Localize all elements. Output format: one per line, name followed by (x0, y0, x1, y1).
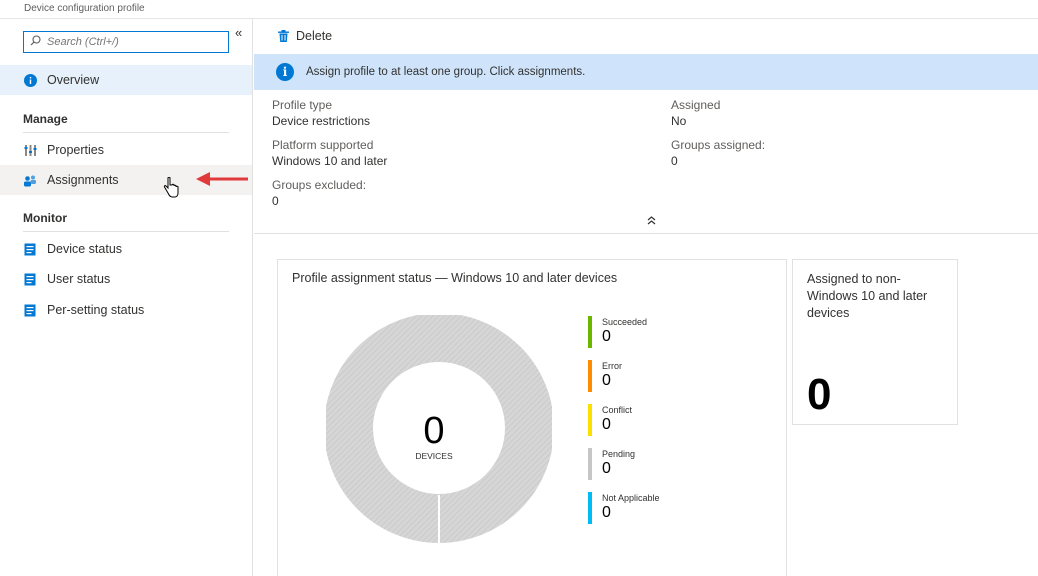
groups-assigned-value: 0 (671, 154, 678, 168)
report-icon (23, 303, 37, 317)
groups-excluded-field: Groups excluded: 0 (272, 177, 366, 209)
groups-excluded-label: Groups excluded: (272, 178, 367, 192)
legend-value: 0 (602, 328, 611, 345)
platform-field: Platform supported Windows 10 and later (272, 137, 387, 169)
sidebar-item-label: Per-setting status (47, 303, 145, 317)
legend-succeeded[interactable]: Succeeded 0 (588, 316, 647, 348)
groups-excluded-value: 0 (272, 194, 279, 208)
assigned-label: Assigned (671, 98, 721, 112)
banner-text: Assign profile to at least one group. Cl… (306, 66, 586, 78)
legend-pending[interactable]: Pending 0 (588, 448, 635, 480)
collapse-essentials-icon[interactable] (647, 215, 656, 225)
search-box[interactable] (23, 31, 229, 53)
report-icon (23, 242, 37, 256)
sidebar-item-label: Overview (47, 73, 100, 87)
assigned-value: No (671, 114, 687, 128)
delete-label: Delete (296, 29, 333, 43)
legend-conflict[interactable]: Conflict 0 (588, 404, 632, 436)
delete-button[interactable]: Delete (278, 29, 332, 43)
tile-title: Assigned to non-Windows 10 and later dev… (807, 272, 928, 320)
sidebar-item-overview[interactable]: Overview (0, 65, 252, 95)
groups-assigned-label: Groups assigned: (671, 138, 766, 152)
blade-subtitle: Device configuration profile (24, 3, 145, 14)
essentials-divider (254, 233, 1038, 234)
hand-cursor-icon (163, 177, 179, 198)
users-icon (23, 173, 37, 187)
sidebar-item-device-status[interactable]: Device status (0, 234, 252, 264)
profile-type-field: Profile type Device restrictions (272, 97, 370, 129)
search-icon (30, 33, 41, 51)
profile-type-label: Profile type (272, 98, 333, 112)
properties-icon (23, 143, 37, 157)
legend-label: Succeeded (602, 317, 648, 327)
assigned-field: Assigned No (671, 97, 720, 129)
blade-header: Device configuration profile (0, 0, 1038, 19)
legend-label: Conflict (602, 405, 633, 415)
info-icon: i (276, 63, 294, 81)
non-windows-count: 0 (807, 370, 832, 419)
sidebar-item-label: Assignments (47, 173, 119, 187)
trash-icon (278, 30, 289, 42)
legend-value: 0 (602, 416, 611, 433)
sidebar-item-per-setting-status[interactable]: Per-setting status (0, 295, 252, 325)
sidebar-item-label: Properties (47, 143, 104, 157)
legend-value: 0 (602, 504, 611, 521)
non-windows-devices-tile[interactable]: Assigned to non-Windows 10 and later dev… (792, 259, 958, 425)
collapse-sidebar-button[interactable]: « (235, 25, 242, 40)
profile-type-value: Device restrictions (272, 114, 371, 128)
section-divider (23, 132, 229, 133)
main-content: Delete i Assign profile to at least one … (254, 19, 1038, 576)
legend-label: Error (602, 361, 622, 371)
legend-label: Not Applicable (602, 493, 660, 503)
section-manage: Manage (23, 112, 68, 126)
sidebar-item-properties[interactable]: Properties (0, 135, 252, 165)
sidebar-item-user-status[interactable]: User status (0, 264, 252, 294)
section-monitor: Monitor (23, 211, 67, 225)
sidebar-item-label: Device status (47, 242, 123, 256)
legend-label: Pending (602, 449, 636, 459)
sidebar-item-label: User status (47, 272, 111, 286)
assign-banner[interactable]: i Assign profile to at least one group. … (254, 54, 1038, 90)
donut-center-label: DEVICES (415, 451, 453, 461)
legend-value: 0 (602, 372, 611, 389)
legend-value: 0 (602, 460, 611, 477)
tile-title: Profile assignment status — Windows 10 a… (292, 271, 618, 285)
donut-center-value: 0 (423, 410, 445, 452)
section-divider (23, 231, 229, 232)
search-input[interactable] (47, 36, 217, 48)
sidebar: « Overview Manage Properties Assignments… (0, 19, 253, 576)
legend-not-applicable[interactable]: Not Applicable 0 (588, 492, 660, 524)
groups-assigned-field: Groups assigned: 0 (671, 137, 765, 169)
report-icon (23, 272, 37, 286)
info-icon (23, 73, 37, 87)
profile-assignment-status-tile[interactable]: Profile assignment status — Windows 10 a… (277, 259, 787, 576)
platform-value: Windows 10 and later (272, 154, 388, 168)
platform-label: Platform supported (272, 138, 374, 152)
legend-error[interactable]: Error 0 (588, 360, 622, 392)
